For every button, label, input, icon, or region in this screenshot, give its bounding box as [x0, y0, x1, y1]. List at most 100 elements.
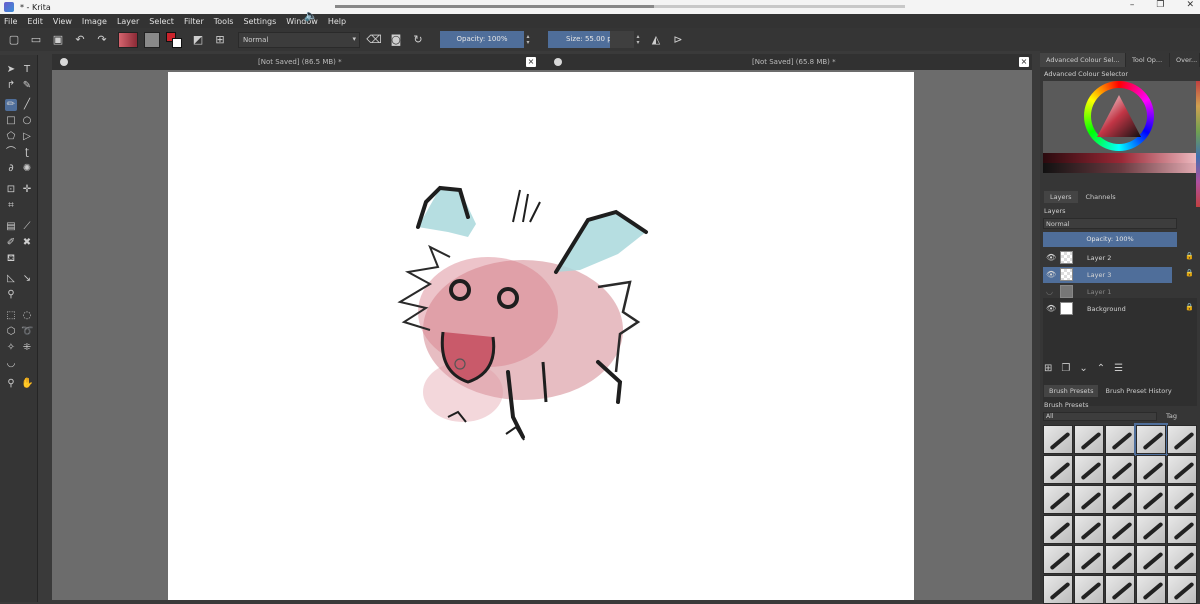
gradient-selector[interactable]: [118, 31, 138, 48]
add-layer-icon[interactable]: ⊞: [1044, 363, 1052, 374]
brush-preset-tile[interactable]: [1074, 545, 1104, 574]
brush-preset-tile[interactable]: [1105, 515, 1135, 544]
brush-preset-tile[interactable]: [1074, 425, 1104, 454]
lock-icon[interactable]: 🔒: [1185, 269, 1194, 277]
size-spinner[interactable]: ▴ ▾: [634, 31, 642, 48]
ellipse-tool-icon[interactable]: ○: [21, 115, 33, 127]
brush-preset-tile[interactable]: [1043, 515, 1073, 544]
freehand-path-tool-icon[interactable]: ʈ: [21, 147, 33, 159]
maximize-button[interactable]: ❐: [1156, 0, 1164, 10]
brush-preset-tile[interactable]: [1074, 455, 1104, 484]
layer-opacity-slider[interactable]: Opacity: 100%: [1043, 232, 1177, 247]
eraser-mode-icon[interactable]: ⌫: [366, 32, 382, 48]
text-tool-icon[interactable]: T: [21, 64, 33, 76]
transform-tool-icon[interactable]: ⊡: [5, 184, 17, 196]
size-slider[interactable]: Size: 55.00 px: [548, 31, 634, 48]
brush-preset-tile[interactable]: [1134, 423, 1168, 456]
brush-preset-tile[interactable]: [1074, 515, 1104, 544]
eye-icon[interactable]: 👁: [1046, 304, 1056, 314]
brush-preset-tile[interactable]: [1136, 515, 1166, 544]
brush-preset-tile[interactable]: [1136, 575, 1166, 604]
duplicate-layer-icon[interactable]: ❐: [1061, 363, 1070, 374]
tab-brush-preset-history[interactable]: Brush Preset History: [1100, 385, 1176, 397]
brush-preset-icon[interactable]: ◩: [190, 32, 206, 48]
rectangular-selection-tool-icon[interactable]: ⬚: [5, 310, 17, 322]
assistant-tool-icon[interactable]: ◺: [5, 273, 17, 285]
tab-layers[interactable]: Layers: [1044, 191, 1078, 203]
layer-row[interactable]: 👁 Background 🔒: [1043, 301, 1194, 317]
polygon-tool-icon[interactable]: ⬠: [5, 131, 17, 143]
new-document-icon[interactable]: ▢: [6, 32, 22, 48]
brush-preset-tile[interactable]: [1136, 485, 1166, 514]
brush-preset-tile[interactable]: [1167, 455, 1197, 484]
calligraphy-tool-icon[interactable]: ✎: [21, 80, 33, 92]
brush-preset-tile[interactable]: [1105, 575, 1135, 604]
pan-tool-icon[interactable]: ✋: [21, 378, 33, 390]
brush-preset-tile[interactable]: [1167, 575, 1197, 604]
freehand-selection-tool-icon[interactable]: ➰: [21, 326, 33, 338]
brush-preset-tile[interactable]: [1074, 485, 1104, 514]
canvas-scrollbar[interactable]: [1032, 70, 1040, 600]
color-swatches[interactable]: [166, 31, 184, 48]
tab-channels[interactable]: Channels: [1080, 191, 1122, 203]
elliptical-selection-tool-icon[interactable]: ◌: [21, 310, 33, 322]
tab-advanced-colour-selector[interactable]: Advanced Colour Sel...: [1040, 53, 1126, 67]
crop-tool-icon[interactable]: ⌗: [5, 200, 17, 212]
reload-preset-icon[interactable]: ↻: [410, 32, 426, 48]
contiguous-selection-tool-icon[interactable]: ✧: [5, 342, 17, 354]
layer-row-active[interactable]: 👁 Layer 3 🔒: [1043, 267, 1194, 283]
redo-icon[interactable]: ↷: [94, 32, 110, 48]
color-picker-tool-icon[interactable]: ⟋: [21, 221, 33, 233]
color-selector-panel[interactable]: [1043, 81, 1200, 173]
shade-selector[interactable]: [1043, 153, 1200, 163]
close-window-button[interactable]: ✕: [1186, 0, 1194, 10]
reference-images-tool-icon[interactable]: ⚲: [5, 289, 17, 301]
pattern-selector[interactable]: [144, 31, 160, 48]
video-progress-bar[interactable]: [335, 5, 905, 8]
layer-row[interactable]: ◡ Layer 1: [1043, 284, 1172, 300]
undo-icon[interactable]: ↶: [72, 32, 88, 48]
similar-selection-tool-icon[interactable]: ⁜: [21, 342, 33, 354]
fill-tool-icon[interactable]: ⛾: [5, 253, 17, 265]
brush-preset-tile[interactable]: [1105, 485, 1135, 514]
menu-filter[interactable]: Filter: [184, 17, 204, 26]
mirror-horizontal-icon[interactable]: ◭: [648, 32, 664, 48]
brush-preset-tile[interactable]: [1105, 455, 1135, 484]
freehand-brush-tool-icon[interactable]: ✏: [5, 99, 17, 111]
eye-hidden-icon[interactable]: ◡: [1046, 287, 1056, 297]
brush-preset-tile[interactable]: [1167, 545, 1197, 574]
menu-settings[interactable]: Settings: [243, 17, 276, 26]
minimize-button[interactable]: –: [1130, 0, 1135, 10]
colorize-mask-tool-icon[interactable]: ✐: [5, 237, 17, 249]
select-shapes-tool-icon[interactable]: ➤: [5, 64, 17, 76]
measure-tool-icon[interactable]: ↘: [21, 273, 33, 285]
move-tool-icon[interactable]: ✛: [21, 184, 33, 196]
brush-preset-tile[interactable]: [1105, 425, 1135, 454]
opacity-slider[interactable]: Opacity: 100%: [440, 31, 524, 48]
layer-row[interactable]: 👁 Layer 2 🔒: [1043, 250, 1194, 266]
rectangle-tool-icon[interactable]: □: [5, 115, 17, 127]
brush-tag-filter[interactable]: All: [1043, 412, 1157, 421]
menu-help[interactable]: Help: [328, 17, 346, 26]
menu-select[interactable]: Select: [149, 17, 174, 26]
gradient-tool-icon[interactable]: ▤: [5, 221, 17, 233]
brush-tag-button[interactable]: Tag: [1166, 412, 1177, 420]
lock-icon[interactable]: 🔒: [1185, 252, 1194, 260]
brush-preset-tile[interactable]: [1074, 575, 1104, 604]
tab-tool-options[interactable]: Tool Op...: [1126, 53, 1170, 67]
close-tab-icon[interactable]: ×: [1019, 57, 1029, 67]
document-tab-2[interactable]: [Not Saved] (65.8 MB) *: [752, 54, 836, 70]
brush-preset-tile[interactable]: [1105, 545, 1135, 574]
menu-layer[interactable]: Layer: [117, 17, 139, 26]
brush-preset-tile[interactable]: [1136, 455, 1166, 484]
multibrush-tool-icon[interactable]: ✺: [21, 163, 33, 175]
polyline-tool-icon[interactable]: ▷: [21, 131, 33, 143]
move-layer-down-icon[interactable]: ⌄: [1079, 363, 1087, 374]
brush-preset-tile[interactable]: [1043, 575, 1073, 604]
line-tool-icon[interactable]: ╱: [21, 99, 33, 111]
color-history-strip[interactable]: [1196, 81, 1200, 207]
menu-tools[interactable]: Tools: [214, 17, 234, 26]
brush-preset-tile[interactable]: [1167, 515, 1197, 544]
brush-preset-tile[interactable]: [1167, 485, 1197, 514]
canvas-paper[interactable]: [168, 72, 914, 600]
